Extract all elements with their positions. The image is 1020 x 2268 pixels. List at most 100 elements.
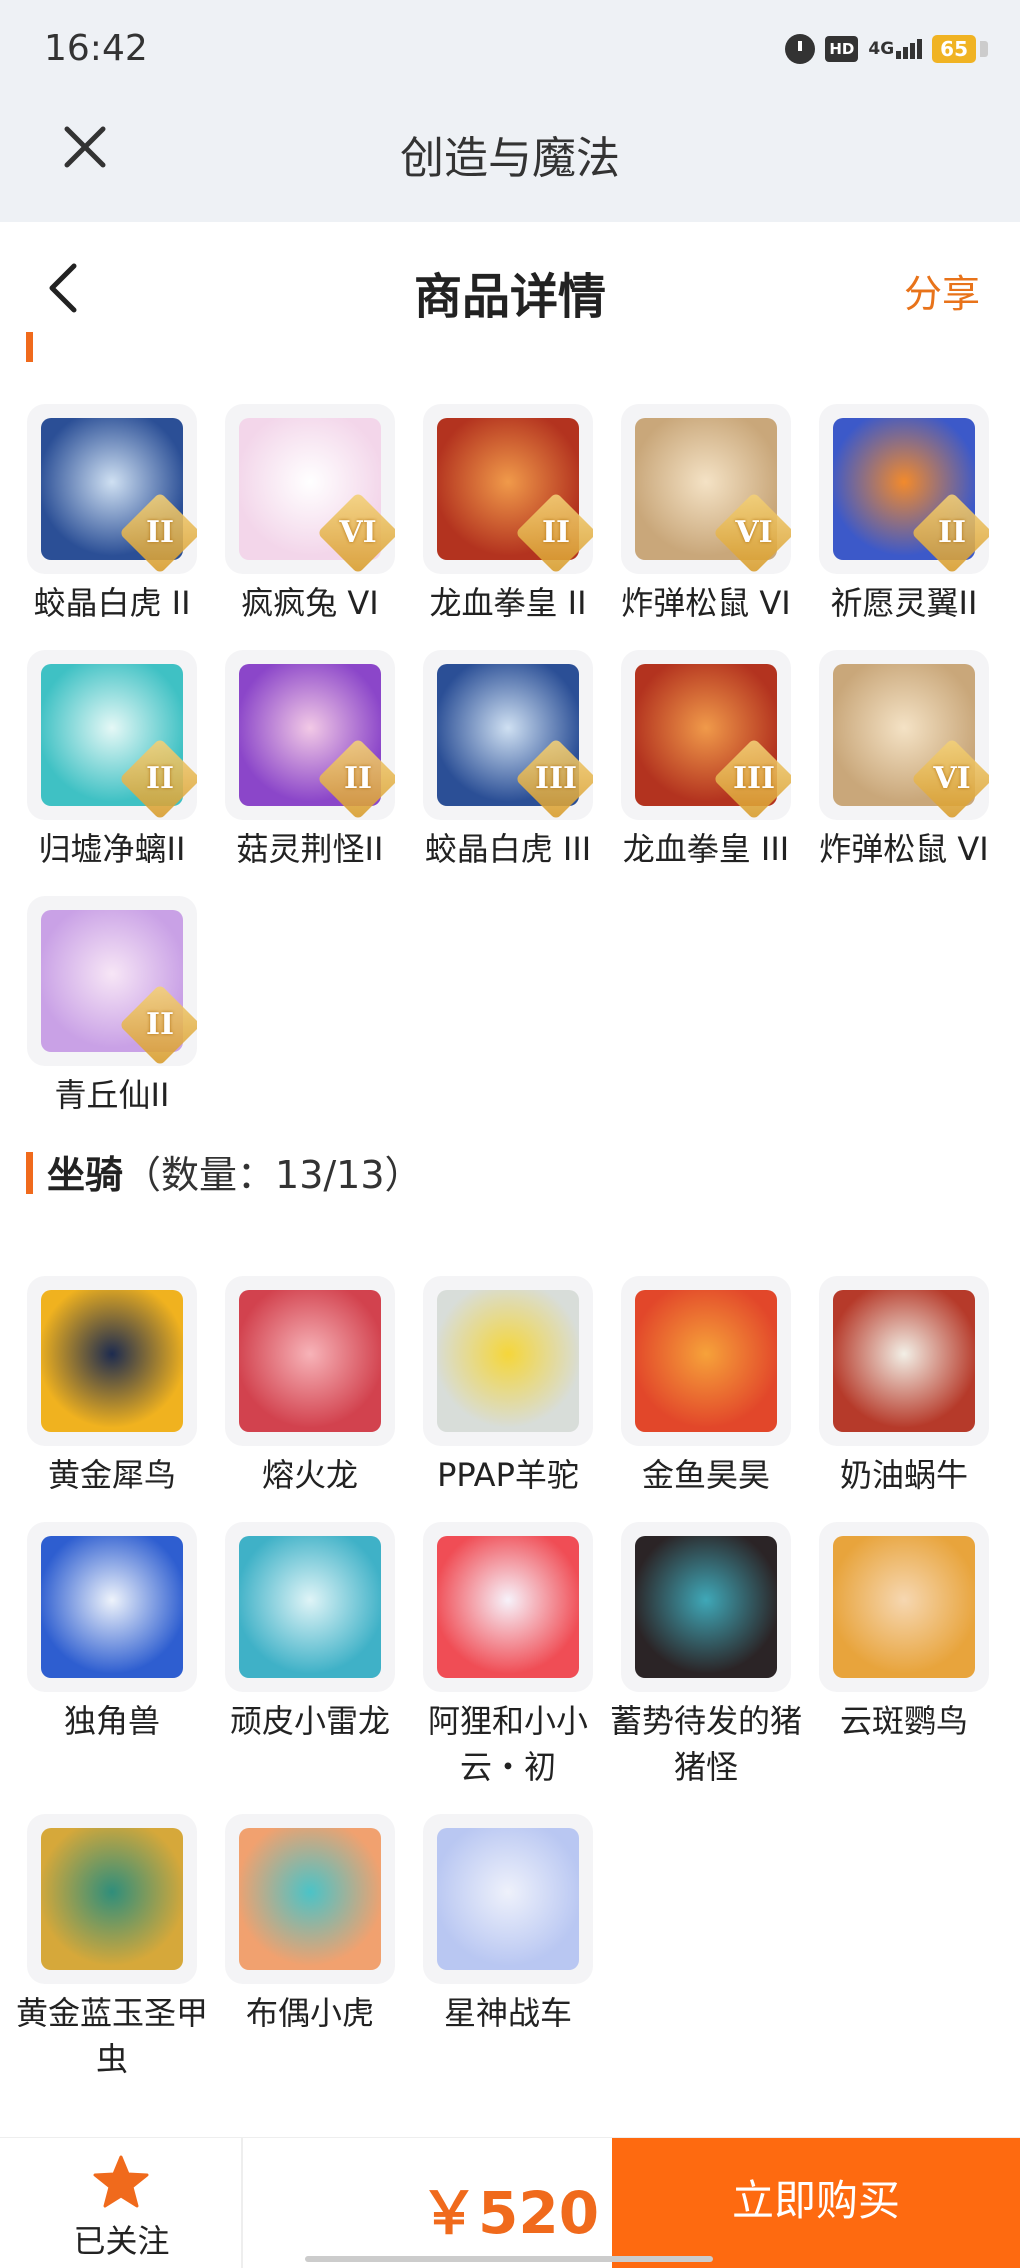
product-detail-content[interactable]: II 蛟晶白虎 II VI 疯疯兔 VI II 龙血拳皇 II VI 炸弹松鼠 VI II 祈愿灵…: [0, 332, 1020, 2137]
item-artwork: [239, 1828, 381, 1970]
buy-now-button[interactable]: 立即购买: [612, 2138, 1020, 2268]
hd-icon: HD: [825, 36, 859, 62]
item-artwork: [41, 1536, 183, 1678]
section-accent-bar: [26, 1152, 33, 1194]
grid-item[interactable]: 奶油蜗牛: [804, 1276, 1004, 1498]
tier-badge-text: II: [541, 515, 571, 550]
alarm-icon: [785, 34, 816, 64]
item-name: 龙血拳皇 III: [622, 830, 790, 868]
network-type: 4G: [868, 39, 895, 59]
grid-item[interactable]: 布偶小虎: [210, 1814, 410, 2036]
item-artwork: [833, 1536, 975, 1678]
grid-item[interactable]: II 龙血拳皇 II: [408, 404, 608, 626]
grid-item[interactable]: 蓄势待发的猪猪怪: [606, 1522, 806, 1790]
share-button[interactable]: 分享: [904, 263, 980, 318]
item-thumbnail: [225, 1276, 395, 1446]
grid-item[interactable]: VI 炸弹松鼠 VI: [804, 650, 1004, 872]
grid-item[interactable]: 星神战车: [408, 1814, 608, 2036]
grid-item[interactable]: II 菇灵荆怪II: [210, 650, 410, 872]
tier-badge-text: II: [145, 515, 175, 550]
item-name: 云斑鹦鸟: [839, 1702, 968, 1740]
item-thumbnail: III: [423, 650, 593, 820]
star-icon: [93, 2155, 149, 2208]
item-thumbnail: II: [27, 650, 197, 820]
item-artwork: [635, 1290, 777, 1432]
tier-badge-text: III: [732, 761, 776, 796]
follow-button[interactable]: 已关注: [0, 2138, 243, 2268]
item-name: 阿狸和小小云・初: [427, 1702, 588, 1786]
item-thumbnail: [621, 1276, 791, 1446]
grid-item[interactable]: II 青丘仙II: [12, 896, 212, 1118]
item-name: 独角兽: [63, 1702, 160, 1740]
item-name: 黄金蓝玉圣甲虫: [15, 1994, 208, 2078]
item-thumbnail: [819, 1276, 989, 1446]
item-thumbnail: VI: [225, 404, 395, 574]
pets-section-header-partial: [26, 332, 47, 362]
grid-item[interactable]: II 归墟净螭II: [12, 650, 212, 872]
item-artwork: [437, 1290, 579, 1432]
grid-item[interactable]: II 蛟晶白虎 II: [12, 404, 212, 626]
item-name: 黄金犀鸟: [47, 1456, 176, 1494]
grid-item[interactable]: VI 疯疯兔 VI: [210, 404, 410, 626]
item-thumbnail: [819, 1522, 989, 1692]
item-thumbnail: [225, 1522, 395, 1692]
grid-item[interactable]: 顽皮小雷龙: [210, 1522, 410, 1744]
item-artwork: [41, 1290, 183, 1432]
item-thumbnail: II: [423, 404, 593, 574]
tier-badge-text: II: [937, 515, 967, 550]
item-thumbnail: [423, 1522, 593, 1692]
item-artwork: [239, 1536, 381, 1678]
item-thumbnail: [27, 1522, 197, 1692]
item-thumbnail: II: [27, 404, 197, 574]
item-thumbnail: II: [819, 404, 989, 574]
item-name: 蛟晶白虎 III: [424, 830, 592, 868]
grid-item[interactable]: PPAP羊驼: [408, 1276, 608, 1498]
mounts-section-count: （数量：13/13）: [123, 1153, 423, 1197]
tier-badge-text: VI: [339, 515, 377, 550]
item-thumbnail: [27, 1814, 197, 1984]
grid-item[interactable]: 阿狸和小小云・初: [408, 1522, 608, 1790]
grid-item[interactable]: 黄金蓝玉圣甲虫: [12, 1814, 212, 2082]
app-title: 创造与魔法: [400, 133, 620, 184]
item-thumbnail: [423, 1276, 593, 1446]
item-artwork: [635, 1536, 777, 1678]
item-name: PPAP羊驼: [437, 1456, 579, 1494]
item-thumbnail: VI: [621, 404, 791, 574]
mounts-section-header: 坐骑（数量：13/13）: [26, 1144, 423, 1199]
grid-item[interactable]: II 祈愿灵翼II: [804, 404, 1004, 626]
item-name: 炸弹松鼠 VI: [819, 830, 989, 868]
item-name: 蛟晶白虎 II: [33, 584, 191, 622]
grid-item[interactable]: III 龙血拳皇 III: [606, 650, 806, 872]
mounts-section-title: 坐骑: [47, 1153, 124, 1197]
tier-badge-text: VI: [933, 761, 971, 796]
item-name: 顽皮小雷龙: [229, 1702, 390, 1740]
grid-item[interactable]: 金鱼昊昊: [606, 1276, 806, 1498]
grid-item[interactable]: 黄金犀鸟: [12, 1276, 212, 1498]
follow-label: 已关注: [73, 2222, 170, 2260]
status-bar: 16:42 HD 4G 65: [0, 0, 1020, 100]
grid-item[interactable]: 独角兽: [12, 1522, 212, 1744]
grid-item[interactable]: 熔火龙: [210, 1276, 410, 1498]
page-title: 商品详情: [413, 269, 606, 325]
item-thumbnail: II: [27, 896, 197, 1066]
status-icons: HD 4G 65: [785, 34, 988, 64]
item-name: 金鱼昊昊: [641, 1456, 770, 1494]
tier-badge-text: III: [534, 761, 578, 796]
item-artwork: [239, 1290, 381, 1432]
grid-item[interactable]: III 蛟晶白虎 III: [408, 650, 608, 872]
signal-icon: 4G: [868, 39, 923, 59]
item-thumbnail: [225, 1814, 395, 1984]
item-artwork: [437, 1828, 579, 1970]
item-name: 青丘仙II: [54, 1076, 170, 1114]
item-thumbnail: III: [621, 650, 791, 820]
grid-item[interactable]: 云斑鹦鸟: [804, 1522, 1004, 1744]
grid-item[interactable]: VI 炸弹松鼠 VI: [606, 404, 806, 626]
battery-icon: 65: [932, 35, 988, 63]
bottom-action-bar: 已关注 ￥520 立即购买: [0, 2137, 1020, 2268]
tier-badge-text: II: [145, 761, 175, 796]
section-accent-bar: [26, 332, 33, 362]
item-name: 菇灵荆怪II: [236, 830, 384, 868]
item-name: 布偶小虎: [245, 1994, 374, 2032]
tier-badge-text: II: [145, 1007, 175, 1042]
item-thumbnail: [27, 1276, 197, 1446]
